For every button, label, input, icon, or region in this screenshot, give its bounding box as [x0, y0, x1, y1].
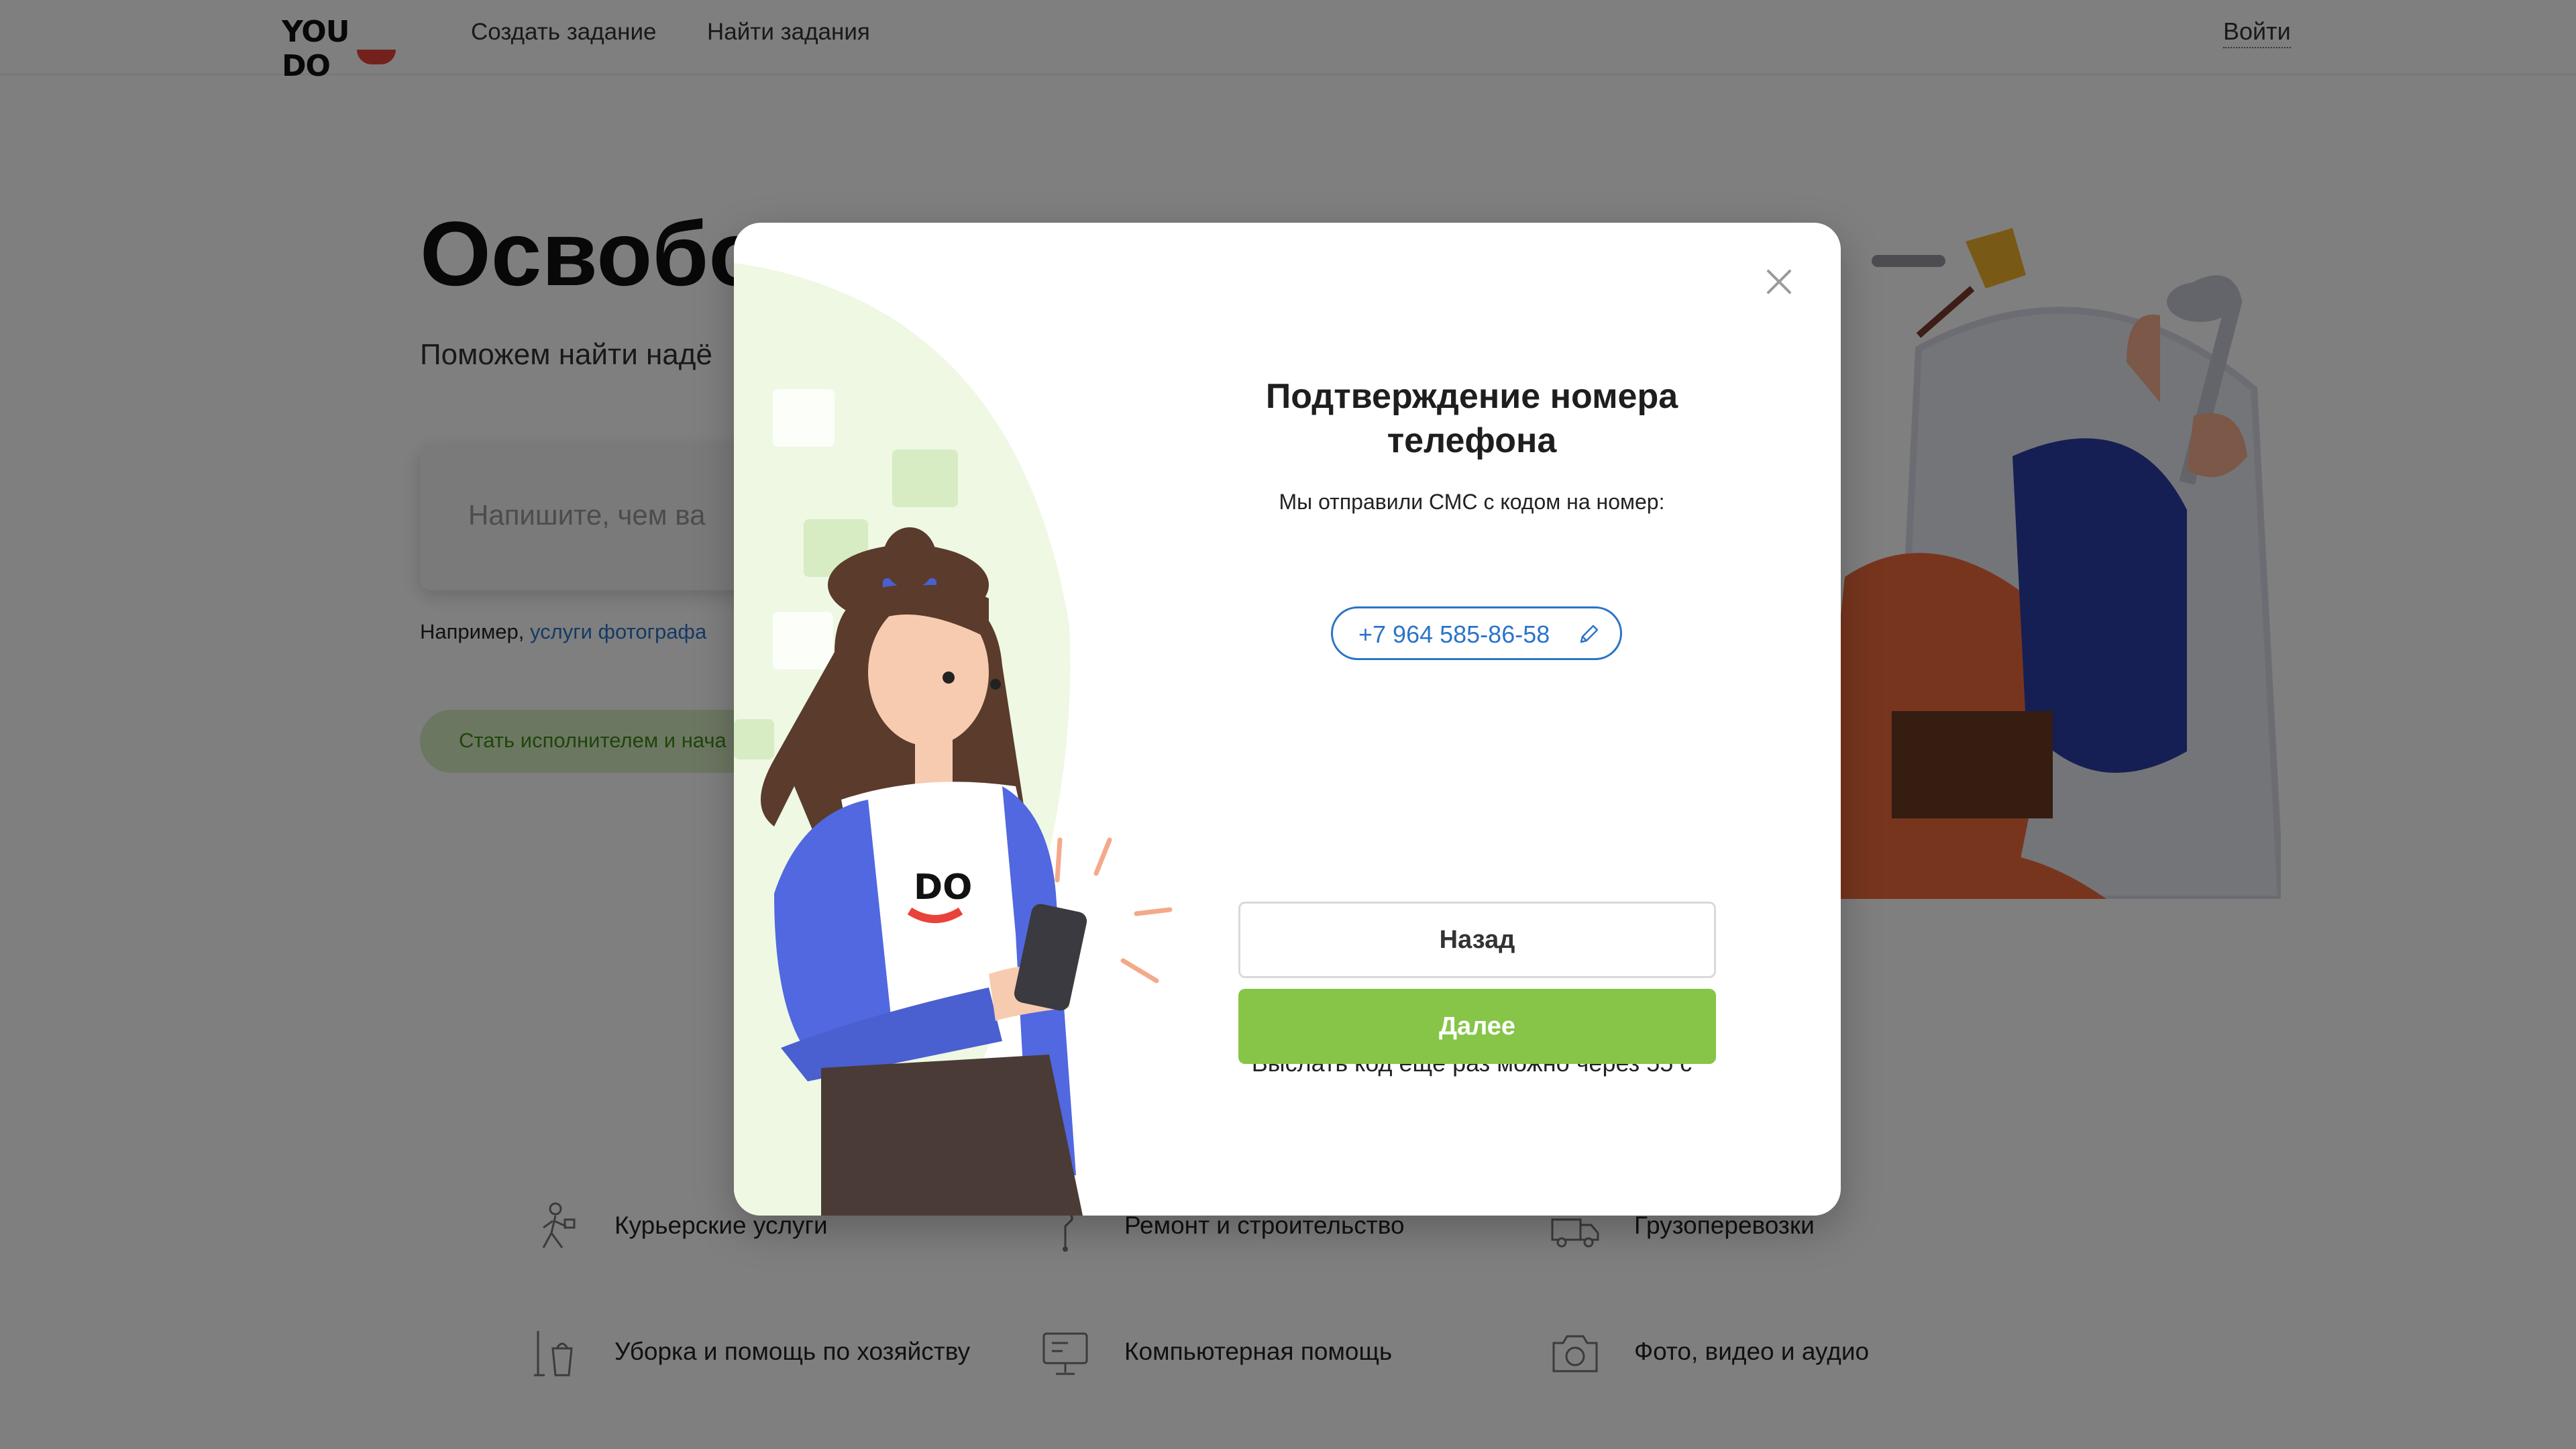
phone-confirmation-modal: DO Подтверждение номера телефона Мы отпр… — [734, 223, 1841, 1216]
pencil-edit-icon[interactable] — [1576, 622, 1600, 646]
phone-number-chip[interactable]: +7 964 585-86-58 — [1331, 606, 1622, 660]
close-icon[interactable] — [1758, 260, 1801, 303]
modal-title: Подтверждение номера телефона — [1265, 377, 1678, 460]
modal-subtitle: Мы отправили СМС с кодом на номер: — [1279, 490, 1665, 514]
illustration-do-badge: DO — [914, 867, 972, 908]
phone-number: +7 964 585-86-58 — [1358, 621, 1550, 648]
next-button[interactable]: Далее — [1238, 989, 1716, 1064]
back-button[interactable]: Назад — [1238, 902, 1716, 978]
girl-with-phone-illustration: DO — [734, 263, 1173, 1216]
